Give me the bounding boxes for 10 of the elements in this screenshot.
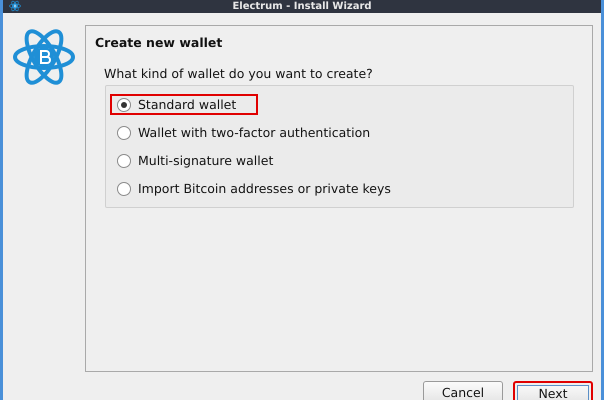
page-heading: Create new wallet bbox=[95, 35, 224, 50]
radio-option[interactable]: Wallet with two-factor authentication bbox=[110, 122, 392, 143]
radio-option[interactable]: Standard wallet bbox=[110, 94, 258, 115]
radio-option[interactable]: Multi-signature wallet bbox=[110, 150, 296, 171]
wizard-button[interactable]: Cancel bbox=[423, 381, 503, 400]
app-icon bbox=[9, 0, 21, 12]
wizard-button[interactable]: Next bbox=[513, 381, 593, 400]
window-title: Electrum - Install Wizard bbox=[232, 0, 372, 13]
question-label: What kind of wallet do you want to create? bbox=[104, 66, 374, 81]
radio-option[interactable]: Import Bitcoin addresses or private keys bbox=[110, 178, 413, 199]
